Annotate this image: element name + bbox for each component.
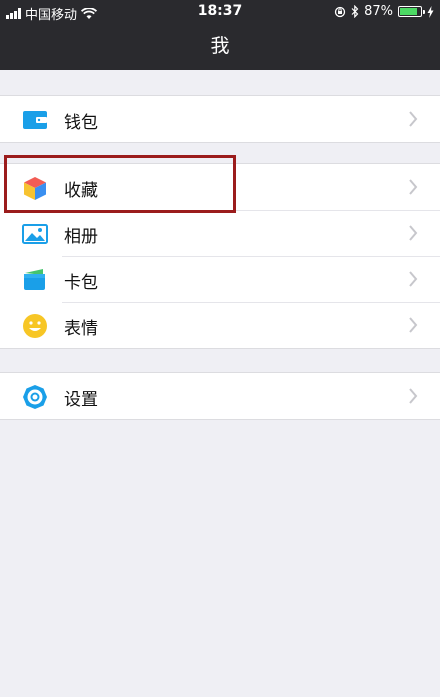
menu-item-label: 表情 [64, 319, 98, 339]
menu-group-media: 收藏 相册 卡包 表情 [0, 163, 440, 349]
orientation-lock-icon [334, 6, 346, 17]
emoji-icon [23, 314, 47, 338]
page-title: 我 [210, 35, 230, 57]
menu-item-card-package[interactable]: 卡包 [0, 256, 440, 302]
status-bar-right: 87% [334, 4, 434, 19]
album-icon [22, 224, 48, 244]
battery-percent: 87% [364, 4, 393, 19]
chevron-right-icon [409, 179, 418, 195]
navigation-bar: 我 [0, 24, 440, 70]
menu-item-favorites[interactable]: 收藏 [0, 164, 440, 210]
chevron-right-icon [409, 271, 418, 287]
menu-item-album[interactable]: 相册 [0, 210, 440, 256]
chevron-right-icon [409, 317, 418, 333]
menu-group-settings: 设置 [0, 372, 440, 420]
menu-group-wallet: 钱包 [0, 95, 440, 143]
favorites-icon [24, 177, 46, 200]
chevron-right-icon [409, 111, 418, 127]
card-package-icon [24, 269, 45, 290]
settings-icon [23, 385, 47, 409]
menu-item-label: 钱包 [64, 113, 98, 133]
menu-item-label: 收藏 [64, 181, 98, 201]
menu-item-wallet[interactable]: 钱包 [0, 96, 440, 142]
menu-item-label: 设置 [64, 390, 98, 410]
chevron-right-icon [409, 388, 418, 404]
bluetooth-icon [351, 5, 359, 18]
menu-item-settings[interactable]: 设置 [0, 373, 440, 419]
menu-item-emoji[interactable]: 表情 [0, 302, 440, 348]
menu-item-label: 相册 [64, 227, 98, 247]
menu-item-label: 卡包 [64, 273, 98, 293]
status-bar: 中国移动 18:37 87% [0, 0, 440, 24]
chevron-right-icon [409, 225, 418, 241]
wallet-icon [23, 111, 47, 129]
charging-icon [427, 5, 434, 18]
battery-icon [398, 6, 425, 17]
